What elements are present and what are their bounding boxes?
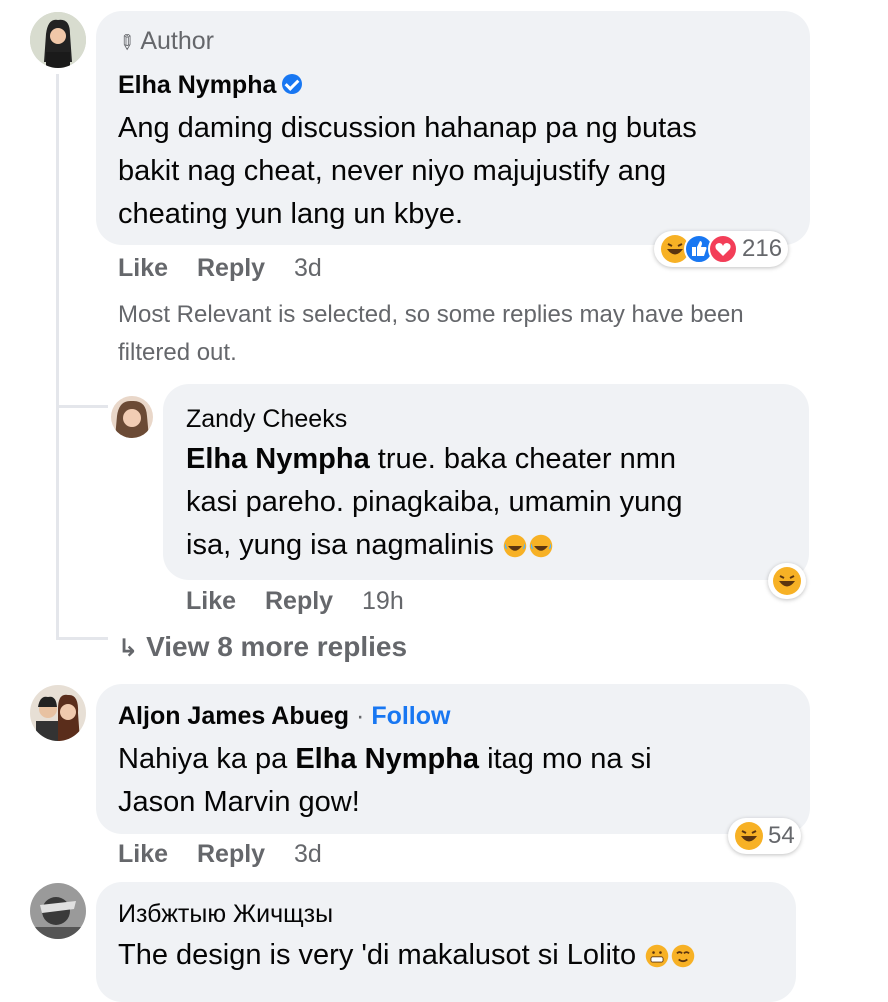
mention-link[interactable]: Elha Nympha xyxy=(186,443,370,475)
author-badge: ✎ Author xyxy=(112,27,215,57)
follow-link[interactable]: Follow xyxy=(371,702,450,730)
reply-button[interactable]: Reply xyxy=(265,587,333,615)
filter-notice: Most Relevant is selected, so some repli… xyxy=(118,301,744,366)
reply-button[interactable]: Reply xyxy=(197,254,265,282)
verified-badge-icon xyxy=(282,74,303,95)
reply-arrow-icon: ↳ xyxy=(118,635,139,662)
reply-button[interactable]: Reply xyxy=(197,840,265,868)
timestamp[interactable]: 3d xyxy=(294,254,322,282)
comment-actions: Like Reply 19h xyxy=(186,587,404,616)
commenter-name[interactable]: Zandy Cheeks xyxy=(186,405,347,434)
reaction-summary[interactable]: 216 xyxy=(654,231,789,267)
relieved-emoji-icon xyxy=(671,945,695,968)
reaction-summary[interactable] xyxy=(768,563,806,599)
commenter-name[interactable]: Aljon James Abueg xyxy=(118,702,349,730)
reaction-count: 54 xyxy=(768,822,795,849)
reaction-summary[interactable]: 54 xyxy=(728,818,801,854)
comment-header: Aljon James Abueg · Follow xyxy=(118,702,451,730)
avatar[interactable] xyxy=(30,685,86,741)
avatar[interactable] xyxy=(30,883,86,939)
haha-emoji-icon xyxy=(773,567,801,595)
comment-text: The design is very 'di makalusot si Loli… xyxy=(118,934,696,977)
comment-actions: Like Reply 3d xyxy=(118,254,322,283)
thread-branch xyxy=(56,405,108,408)
like-button[interactable]: Like xyxy=(118,840,168,868)
commenter-name[interactable]: Избжтыю Жичщзы xyxy=(118,900,333,929)
grimacing-emoji-icon xyxy=(645,945,669,968)
timestamp[interactable]: 19h xyxy=(362,587,404,615)
like-button[interactable]: Like xyxy=(186,587,236,615)
like-button[interactable]: Like xyxy=(118,254,168,282)
timestamp[interactable]: 3d xyxy=(294,840,322,868)
commenter-name[interactable]: Elha Nympha xyxy=(118,71,303,100)
avatar[interactable] xyxy=(30,12,86,68)
comment-text: Nahiya ka pa Elha Nympha itag mo na si J… xyxy=(118,743,652,818)
mention-link[interactable]: Elha Nympha xyxy=(295,743,479,775)
love-icon xyxy=(708,234,738,264)
thread-branch xyxy=(56,637,108,640)
avatar[interactable] xyxy=(111,396,153,438)
tears-of-joy-emoji-icon xyxy=(529,535,553,558)
reaction-count: 216 xyxy=(742,235,783,262)
comment-actions: Like Reply 3d xyxy=(118,840,322,869)
comment-text: Elha Nympha true. baka cheater nmn kasi … xyxy=(186,443,683,561)
thread-line xyxy=(56,74,59,640)
haha-emoji-icon xyxy=(735,822,763,850)
tears-of-joy-emoji-icon xyxy=(503,535,527,558)
view-more-replies[interactable]: ↳ View 8 more replies xyxy=(118,631,407,663)
comment-text: Ang daming discussion hahanap pa ng buta… xyxy=(118,112,697,230)
